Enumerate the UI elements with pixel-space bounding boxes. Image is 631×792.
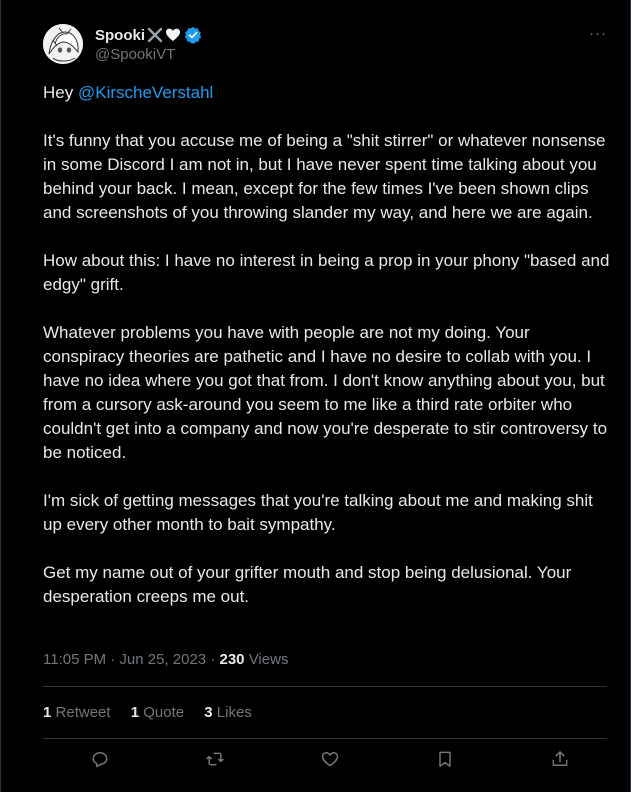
author-handle[interactable]: @SpookiVT	[95, 46, 202, 63]
retweets-stat[interactable]: 1 Retweet	[43, 701, 111, 725]
views-label: Views	[244, 651, 289, 668]
paragraph-4: I'm sick of getting messages that you're…	[43, 491, 593, 534]
tweet-text: Hey @KirscheVerstahl It's funny that you…	[43, 81, 613, 633]
author-names: Spooki @SpookiVT	[95, 25, 202, 63]
retweets-count: 1	[43, 704, 52, 721]
anime-avatar-icon	[43, 24, 83, 64]
retweet-icon[interactable]	[204, 748, 226, 770]
crossed-swords-icon	[147, 27, 163, 43]
likes-stat[interactable]: 3 Likes	[204, 701, 252, 725]
likes-label: Likes	[216, 704, 252, 721]
bookmark-icon[interactable]	[434, 748, 456, 770]
quotes-count: 1	[130, 704, 140, 721]
avatar[interactable]	[43, 24, 83, 64]
greeting-text: Hey	[43, 83, 78, 102]
views-count[interactable]: 230	[220, 651, 245, 668]
paragraph-5: Get my name out of your grifter mouth an…	[43, 563, 572, 606]
greeting-line: Hey @KirscheVerstahl	[43, 81, 613, 105]
mention-link[interactable]: @KirscheVerstahl	[78, 83, 213, 102]
timestamp[interactable]: 11:05 PM · Jun 25, 2023 ·	[43, 651, 220, 668]
likes-count: 3	[204, 704, 213, 721]
like-icon[interactable]	[319, 748, 341, 770]
paragraph-3: Whatever problems you have with people a…	[43, 323, 608, 462]
paragraph-2: How about this: I have no interest in be…	[43, 251, 610, 294]
retweets-label: Retweet	[55, 704, 111, 721]
more-options-icon[interactable]: ···	[586, 24, 610, 44]
tweet-header: Spooki @SpookiVT ···	[43, 24, 610, 64]
display-name-row[interactable]: Spooki	[95, 25, 202, 45]
engagement-stats: 1 Retweet 1 Quote 3 Likes	[43, 701, 268, 725]
verified-badge-icon[interactable]	[184, 26, 202, 44]
quotes-stat[interactable]: 1 Quote	[131, 701, 184, 725]
quotes-label: Quote	[143, 704, 185, 721]
reply-icon[interactable]	[89, 748, 111, 770]
divider	[43, 686, 607, 687]
action-bar	[43, 748, 607, 778]
divider	[43, 738, 607, 739]
share-icon[interactable]	[549, 748, 571, 770]
tweet-detail: Spooki @SpookiVT ··· Hey @KirscheVerstah…	[0, 0, 631, 792]
tweet-meta: 11:05 PM · Jun 25, 2023 · 230 Views	[43, 648, 288, 672]
white-heart-icon	[165, 27, 181, 43]
paragraph-1: It's funny that you accuse me of being a…	[43, 131, 606, 222]
display-name[interactable]: Spooki	[95, 27, 145, 44]
